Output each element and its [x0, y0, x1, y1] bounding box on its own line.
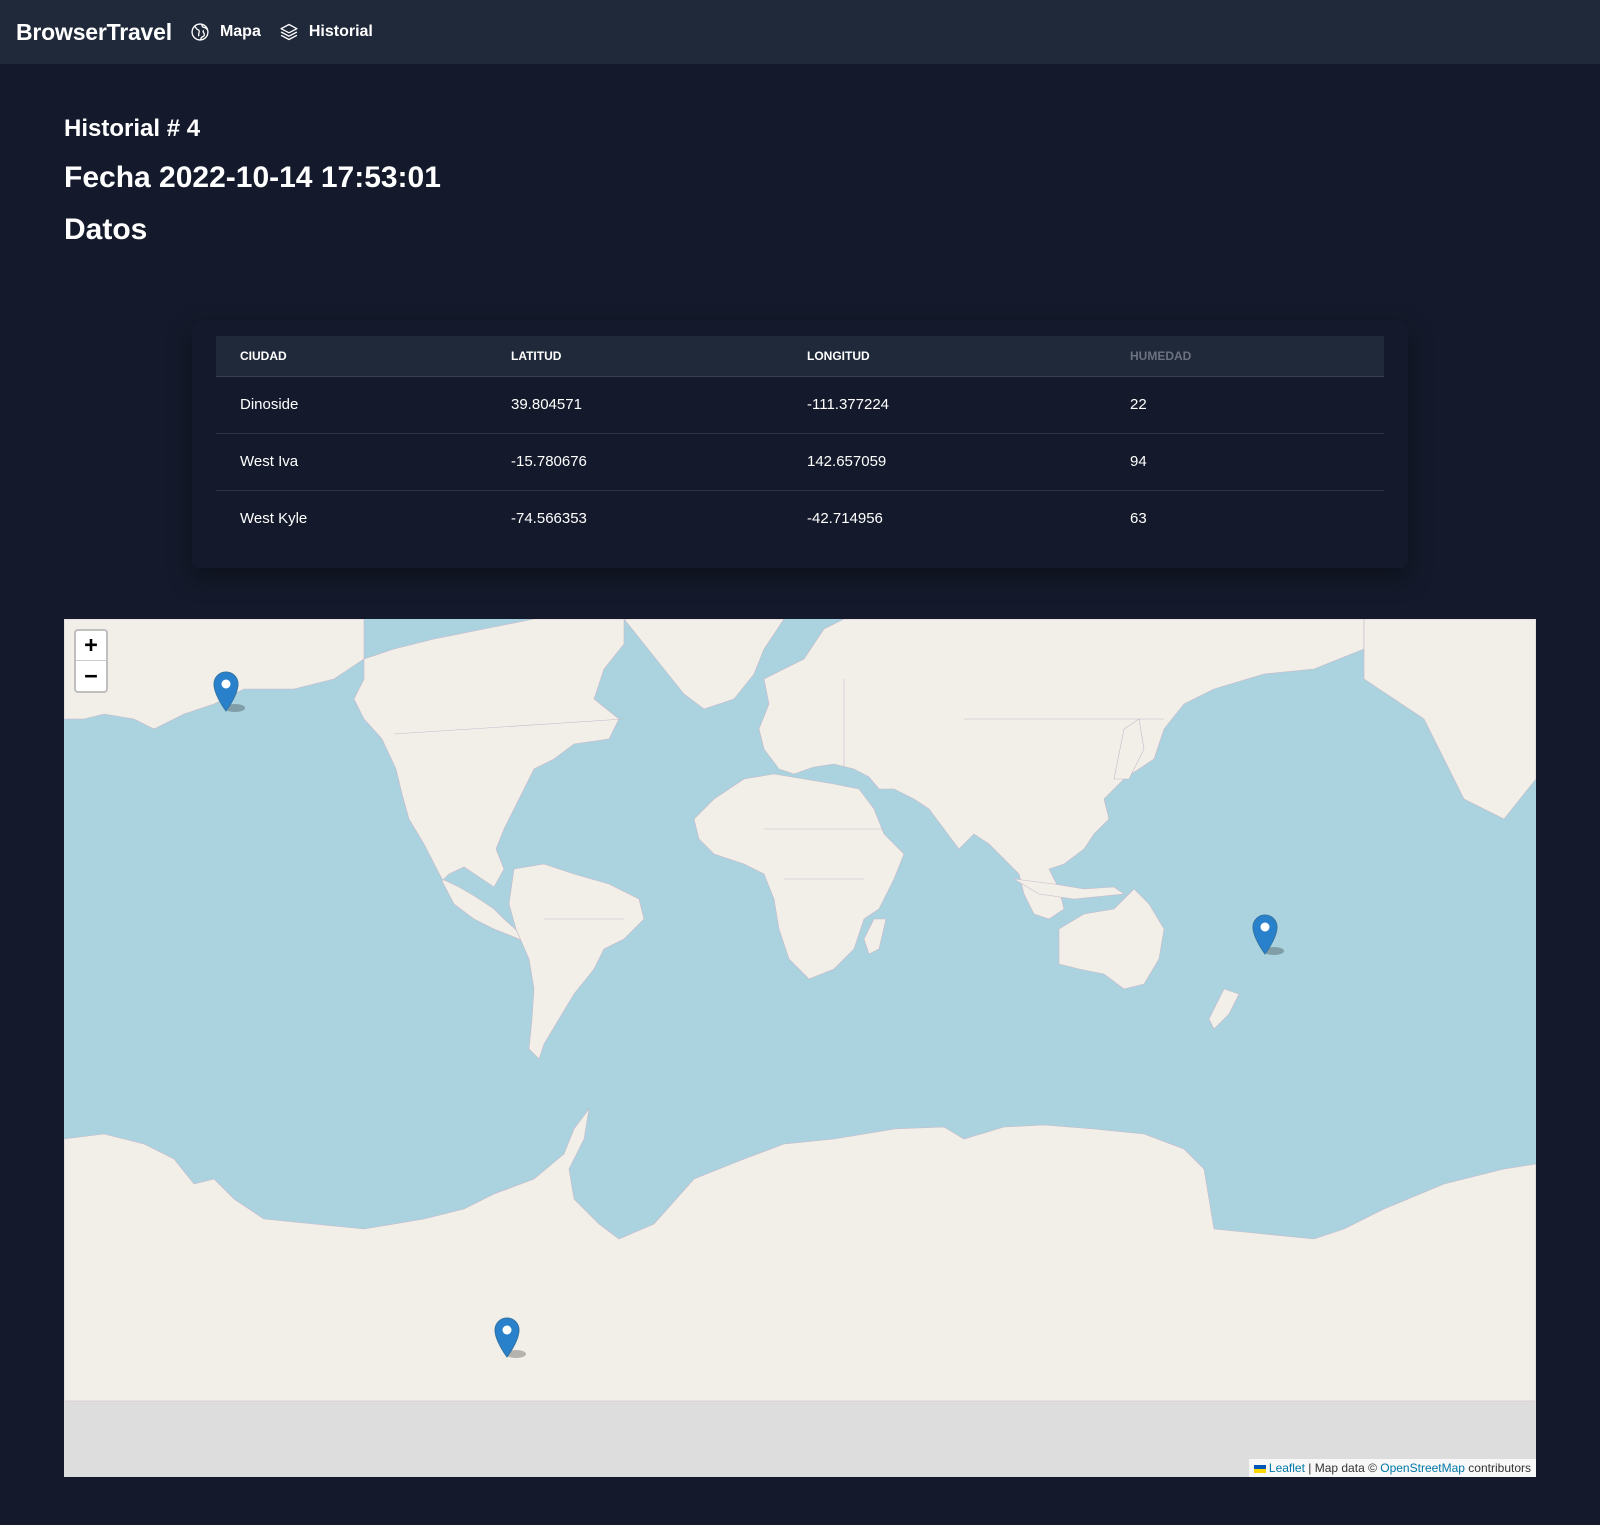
zoom-in-button[interactable]: + — [76, 631, 106, 661]
cell-longitud: -111.377224 — [807, 396, 890, 413]
cities-table: CIUDAD LATITUD LONGITUD HUMEDAD Dinoside… — [216, 336, 1384, 547]
page-title: Historial # 4 — [64, 115, 201, 142]
osm-link[interactable]: OpenStreetMap — [1380, 1461, 1465, 1475]
column-header-latitud: LATITUD — [511, 348, 562, 363]
zoom-control: + − — [74, 629, 108, 693]
column-header-longitud: LONGITUD — [807, 348, 870, 363]
cell-latitud: -74.566353 — [511, 510, 587, 528]
cell-latitud: -15.780676 — [511, 453, 587, 470]
cell-ciudad: West Kyle — [240, 510, 308, 528]
cell-humedad: 63 — [1130, 510, 1147, 528]
layers-icon — [280, 23, 298, 41]
cell-ciudad: Dinoside — [240, 396, 299, 413]
map-marker-pin-icon[interactable] — [494, 1317, 526, 1359]
zoom-out-button[interactable]: − — [76, 661, 106, 691]
attribution-contributors: contributors — [1464, 1461, 1531, 1475]
data-heading: Datos — [64, 213, 148, 246]
ukraine-flag-icon — [1253, 1464, 1266, 1473]
nav-link-mapa-label: Mapa — [219, 23, 261, 40]
leaflet-map[interactable]: + − Leaflet | Map data © OpenStreetMap c… — [64, 619, 1536, 1477]
data-table-card: CIUDAD LATITUD LONGITUD HUMEDAD Dinoside… — [192, 320, 1408, 568]
brand-logo[interactable]: BrowserTravel — [16, 19, 172, 46]
map-marker-pin-icon[interactable] — [213, 671, 245, 713]
column-header-humedad: HUMEDAD — [1130, 348, 1192, 363]
table-row: Dinoside 39.804571 -111.377224 22 — [216, 376, 1384, 433]
nav-link-mapa[interactable]: Mapa — [190, 22, 261, 42]
table-header-row: CIUDAD LATITUD LONGITUD HUMEDAD — [216, 336, 1384, 376]
nav-link-historial[interactable]: Historial — [279, 22, 373, 42]
cell-latitud: 39.804571 — [511, 396, 582, 413]
history-header: Historial # 4 Fecha 2022-10-14 17:53:01 … — [64, 112, 441, 250]
map-attribution: Leaflet | Map data © OpenStreetMap contr… — [1248, 1459, 1536, 1477]
nav-link-historial-label: Historial — [308, 23, 373, 40]
top-navbar: BrowserTravel Mapa Historial — [0, 0, 1600, 64]
leaflet-link[interactable]: Leaflet — [1269, 1461, 1305, 1475]
table-row: West Iva -15.780676 142.657059 94 — [216, 433, 1384, 490]
attribution-separator: | Map data © — [1304, 1461, 1381, 1475]
table-row: West Kyle -74.566353 -42.714956 63 — [216, 490, 1384, 547]
cell-longitud: -42.714956 — [807, 510, 883, 528]
cell-ciudad: West Iva — [240, 453, 299, 470]
date-heading: Fecha 2022-10-14 17:53:01 — [64, 161, 441, 194]
cell-longitud: 142.657059 — [807, 453, 887, 470]
world-map-tiles[interactable] — [64, 619, 1536, 1477]
cell-humedad: 94 — [1130, 453, 1147, 470]
cell-humedad: 22 — [1130, 396, 1147, 413]
map-marker-pin-icon[interactable] — [1252, 914, 1284, 956]
column-header-ciudad: CIUDAD — [240, 348, 287, 363]
globe-icon — [191, 23, 209, 41]
